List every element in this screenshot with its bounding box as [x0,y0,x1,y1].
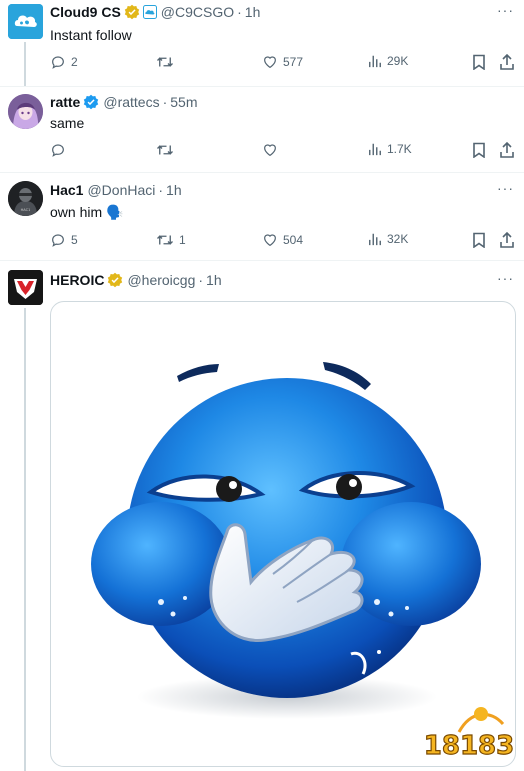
share-icon [500,142,514,158]
timestamp[interactable]: 55m [170,94,197,110]
share-button[interactable] [500,142,514,158]
action-bar: 5 1 504 32K [50,232,514,252]
views-chart-icon [369,143,381,156]
views-button[interactable]: 1.7K [368,142,412,156]
reply-button[interactable]: 2 [50,54,78,70]
handle[interactable]: @heroicgg [127,272,195,288]
handle[interactable]: @DonHaci [87,182,155,198]
bookmark-button[interactable] [472,142,486,158]
like-button[interactable]: 504 [262,232,303,248]
anime-avatar [8,94,43,129]
views-button[interactable]: 29K [368,54,408,68]
timestamp[interactable]: 1h [245,4,261,20]
tweet-header: Cloud9 CS @C9CSGO · 1h [50,2,514,22]
display-name[interactable]: HEROIC [50,272,104,288]
separator-dot: · [162,94,168,110]
heart-icon [264,56,276,69]
repost-count: 1 [179,233,186,247]
timeline: Cloud9 CS @C9CSGO · 1h ··· Instant follo… [0,0,524,771]
bookmark-icon [473,54,485,70]
reply-count: 5 [71,233,78,247]
tweet-text: own him 🗣️ [50,203,124,220]
more-options-icon[interactable]: ··· [497,2,514,18]
tweet-cloud9[interactable]: Cloud9 CS @C9CSGO · 1h ··· Instant follo… [0,0,524,87]
share-button[interactable] [500,54,514,70]
soldier-avatar: HAC1 [8,181,43,216]
separator-dot: · [198,272,204,288]
repost-button[interactable]: 1 [156,232,186,248]
reply-button[interactable]: 5 [50,232,78,248]
more-options-icon[interactable]: ··· [497,180,514,196]
bookmark-icon [473,232,485,248]
verified-gold-icon [124,4,140,20]
views-chart-icon [369,233,381,246]
cloud9-logo-icon [8,4,43,39]
tweet-hac1[interactable]: HAC1 Hac1 @DonHaci · 1h ··· own him 🗣️ 5… [0,172,524,261]
repost-button[interactable] [156,142,174,158]
avatar[interactable] [8,94,43,129]
action-bar: 2 577 29K [50,54,514,74]
share-icon [500,232,514,248]
verified-blue-icon [83,94,99,110]
tweet-text: Instant follow [50,27,132,43]
avatar[interactable] [8,4,43,39]
display-name[interactable]: Hac1 [50,182,83,198]
timestamp[interactable]: 1h [206,272,222,288]
separator-dot: · [237,4,242,20]
tweet-text: same [50,115,85,131]
action-bar: 1.7K [50,142,514,162]
timestamp[interactable]: 1h [166,182,182,198]
reply-icon [52,234,64,247]
heart-icon [264,144,276,157]
views-count: 32K [387,232,409,246]
tweet-media-image[interactable]: 18183 [50,301,516,767]
svg-text:HAC1: HAC1 [21,208,31,212]
svg-text:18183: 18183 [424,731,514,761]
like-button[interactable] [262,142,278,158]
views-chart-icon [369,55,381,68]
share-icon [500,54,514,70]
separator-dot: · [158,182,164,198]
handle[interactable]: @C9CSGO [161,4,234,20]
bookmark-icon [473,142,485,158]
bookmark-button[interactable] [472,54,486,70]
repost-button[interactable] [156,54,179,70]
heart-icon [264,234,276,247]
avatar[interactable]: HAC1 [8,181,43,216]
repost-icon [157,235,173,245]
watermark-logo: 18183 [423,707,515,762]
share-button[interactable] [500,232,514,248]
tweet-header: HEROIC @heroicgg · 1h [50,270,514,290]
avatar[interactable] [8,270,43,305]
reply-icon [52,56,64,69]
verified-gold-icon [107,272,123,288]
thread-line [24,308,26,771]
views-count: 29K [387,54,409,68]
like-count: 577 [283,55,304,69]
affiliate-badge-icon [142,5,157,19]
display-name[interactable]: ratte [50,94,80,110]
repost-icon [157,145,173,155]
reply-icon [52,144,64,157]
like-button[interactable]: 577 [262,54,303,70]
reply-count: 2 [71,55,78,69]
tweet-header: ratte @rattecs · 55m [50,92,514,112]
tweet-ratte[interactable]: ratte @rattecs · 55m same 1.7K [0,86,524,173]
like-count: 504 [283,233,304,247]
blue-emoji-hand-over-mouth-image: 18183 [91,362,515,762]
reply-button[interactable] [50,142,66,158]
tweet-header: Hac1 @DonHaci · 1h [50,180,514,200]
views-button[interactable]: 32K [368,232,408,246]
heroic-logo-icon [8,270,43,305]
bookmark-button[interactable] [472,232,486,248]
handle[interactable]: @rattecs [103,94,159,110]
thread-line [24,42,26,86]
more-options-icon[interactable]: ··· [497,270,514,286]
display-name[interactable]: Cloud9 CS [50,4,121,20]
repost-icon [157,57,173,67]
views-count: 1.7K [387,142,412,156]
